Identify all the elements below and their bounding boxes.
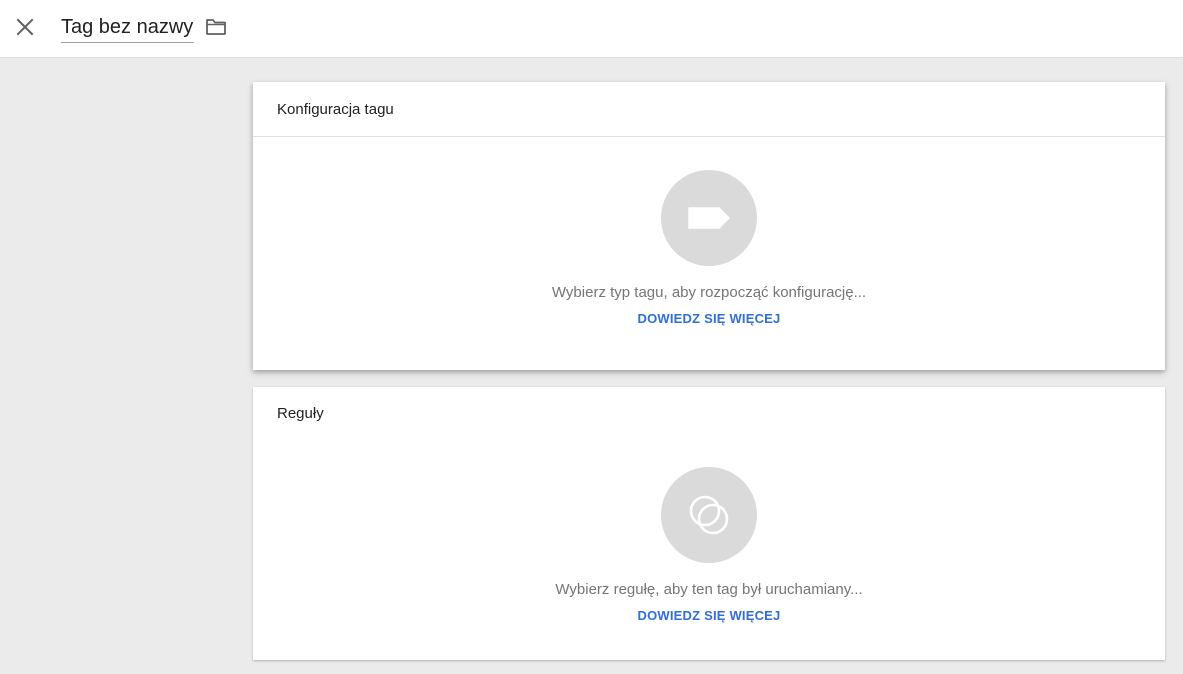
tag-configuration-learn-more-link[interactable]: DOWIEDZ SIĘ WIĘCEJ <box>637 311 780 326</box>
tag-name-field[interactable]: Tag bez nazwy <box>61 14 195 43</box>
tag-type-placeholder[interactable] <box>661 170 757 266</box>
triggering-title: Reguły <box>277 405 324 422</box>
trigger-placeholder[interactable] <box>661 467 757 563</box>
trigger-rings-icon <box>689 495 729 535</box>
close-button[interactable] <box>12 14 38 40</box>
triggering-learn-more-link[interactable]: DOWIEDZ SIĘ WIĘCEJ <box>637 608 780 623</box>
folder-icon <box>206 19 226 35</box>
folder-button[interactable] <box>204 16 228 38</box>
triggering-hint: Wybierz regułę, aby ten tag był uruchami… <box>555 581 863 598</box>
triggering-card[interactable]: Reguły Wybierz regułę, aby ten tag był u… <box>253 387 1165 660</box>
tag-configuration-card[interactable]: Konfiguracja tagu Wybierz typ tagu, aby … <box>253 82 1165 370</box>
tag-icon <box>688 207 730 229</box>
tag-configuration-hint: Wybierz typ tagu, aby rozpocząć konfigur… <box>551 284 867 301</box>
close-icon <box>16 18 34 36</box>
top-bar: Tag bez nazwy <box>0 0 1183 58</box>
tag-configuration-title: Konfiguracja tagu <box>253 82 1165 137</box>
